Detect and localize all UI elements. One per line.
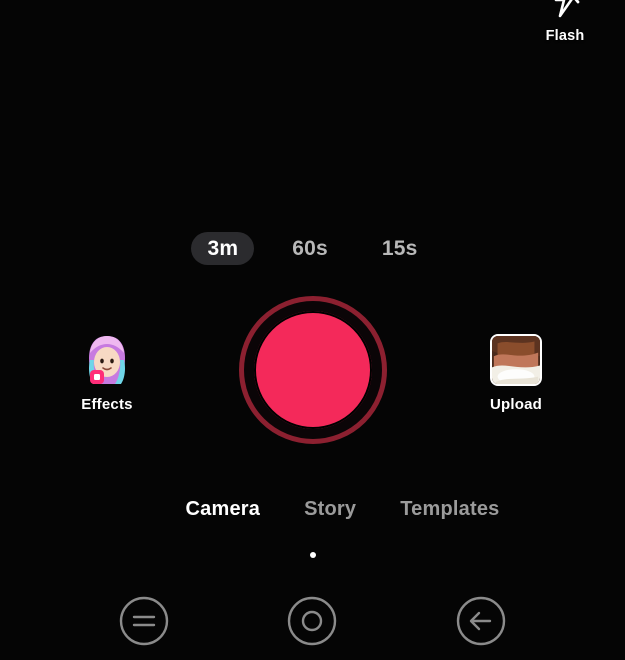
menu-circle-icon[interactable] <box>118 595 170 647</box>
record-button[interactable] <box>238 296 387 444</box>
upload-button[interactable]: Upload <box>461 334 571 413</box>
system-navigation-bar <box>0 590 625 652</box>
tab-camera[interactable]: Camera <box>186 498 261 521</box>
duration-option-60s[interactable]: 60s <box>276 232 344 265</box>
flash-off-icon <box>554 0 580 18</box>
camera-viewfinder: Flash 3m 60s 15s Effects Upload Camera S… <box>0 0 625 660</box>
flash-button[interactable]: Flash <box>527 0 603 44</box>
page-indicator-dot <box>309 552 316 558</box>
upload-label: Upload <box>489 396 543 413</box>
mode-tabs: Camera Story Templates <box>0 498 625 521</box>
tab-story[interactable]: Story <box>304 498 356 521</box>
record-circle-icon[interactable] <box>286 595 338 647</box>
duration-option-15s[interactable]: 15s <box>366 232 434 265</box>
duration-selector[interactable]: 3m 60s 15s <box>0 232 625 265</box>
record-button-inner <box>253 311 372 429</box>
upload-thumbnail <box>490 334 542 386</box>
duration-option-3m[interactable]: 3m <box>191 232 255 265</box>
effects-avatar-icon <box>81 334 133 386</box>
effects-label: Effects <box>81 396 133 413</box>
effects-button[interactable]: Effects <box>52 334 162 413</box>
tab-templates[interactable]: Templates <box>400 498 499 521</box>
capture-controls: Effects Upload <box>0 296 625 446</box>
flash-label: Flash <box>545 28 585 44</box>
back-arrow-circle-icon[interactable] <box>455 595 507 647</box>
